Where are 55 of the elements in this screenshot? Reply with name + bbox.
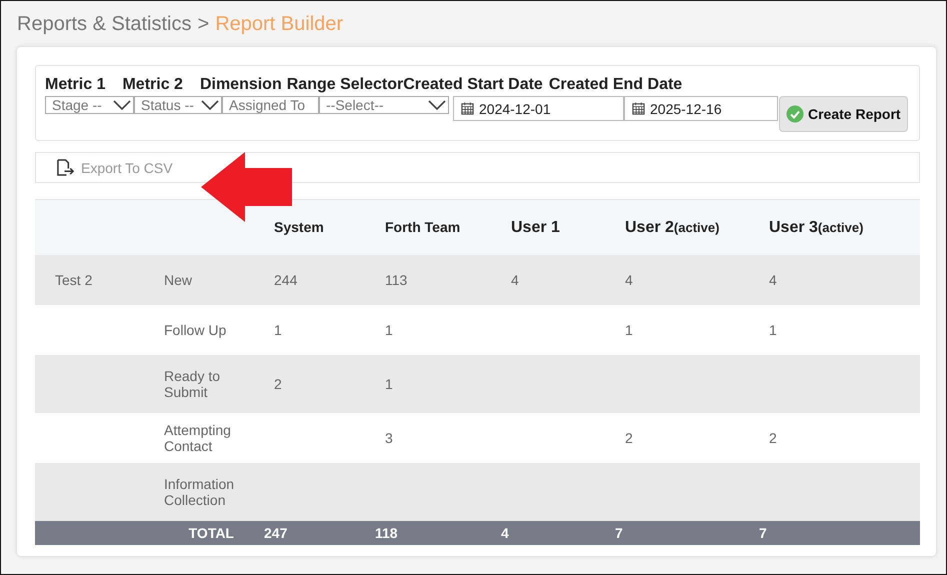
calendar-icon — [632, 102, 645, 115]
select-field[interactable]: Stage -- — [45, 96, 134, 114]
table-cell: Test 2 — [55, 272, 92, 288]
filter-label: Metric 1 — [45, 76, 106, 95]
total-cell: 7 — [759, 525, 767, 541]
create-report-button[interactable]: Create Report — [779, 96, 908, 132]
table-cell: 113 — [385, 272, 408, 288]
table-cell-text: Information Collection — [164, 476, 236, 508]
select-field[interactable]: --Select-- — [319, 96, 449, 114]
date-field[interactable]: 2024-12-01 — [453, 96, 624, 121]
table-cell: 3 — [385, 430, 393, 446]
chevron-down-icon — [113, 100, 131, 110]
filter-label: Metric 2 — [122, 76, 183, 95]
filter-label: Dimension — [200, 76, 282, 95]
file-export-icon — [56, 159, 75, 176]
table-cell: 4 — [511, 272, 519, 288]
table-cell-text: New — [164, 272, 194, 288]
filter-label: Created End Date — [548, 76, 682, 95]
table-cell: 1 — [274, 322, 282, 338]
select-field[interactable]: Assigned To — [222, 96, 319, 114]
chevron-down-icon — [201, 100, 219, 110]
column-header: User 3(active) — [769, 218, 864, 236]
table-cell-text: Attempting Contact — [164, 422, 232, 454]
calendar-icon — [461, 102, 474, 115]
column-header: User 1 — [511, 218, 560, 236]
table-cell: 1 — [385, 376, 393, 392]
table-cell: 2 — [769, 430, 777, 446]
table-cell-text: Follow Up — [164, 322, 228, 338]
table-cell: 4 — [625, 272, 633, 288]
column-header: Forth Team — [385, 218, 460, 234]
column-header: User 2(active) — [625, 218, 720, 236]
export-link[interactable]: Export To CSV — [56, 159, 173, 176]
chevron-down-icon — [428, 100, 446, 110]
breadcrumb-separator: > — [198, 12, 210, 36]
table-cell-text: Ready to Submit — [164, 368, 222, 400]
filter-label: Range Selector — [286, 76, 404, 95]
table-cell: 1 — [625, 322, 633, 338]
select-field[interactable]: Status -- — [134, 96, 222, 114]
breadcrumb-parent[interactable]: Reports & Statistics — [17, 12, 192, 36]
total-cell: 7 — [615, 525, 623, 541]
total-label: TOTAL — [188, 525, 234, 541]
table-cell: 244 — [274, 272, 298, 288]
check-icon — [786, 105, 804, 123]
filter-label: Created Start Date — [403, 76, 543, 95]
total-cell: 118 — [375, 525, 398, 541]
total-cell: 4 — [501, 525, 509, 541]
table-cell: 1 — [769, 322, 777, 338]
date-field[interactable]: 2025-12-16 — [624, 96, 778, 121]
breadcrumb-current: Report Builder — [215, 12, 344, 36]
table-cell: 1 — [385, 322, 393, 338]
total-cell: 247 — [264, 525, 288, 541]
table-cell: 4 — [769, 272, 777, 288]
table-cell: 2 — [625, 430, 633, 446]
table-cell: 2 — [274, 376, 282, 392]
column-header: System — [274, 218, 324, 234]
